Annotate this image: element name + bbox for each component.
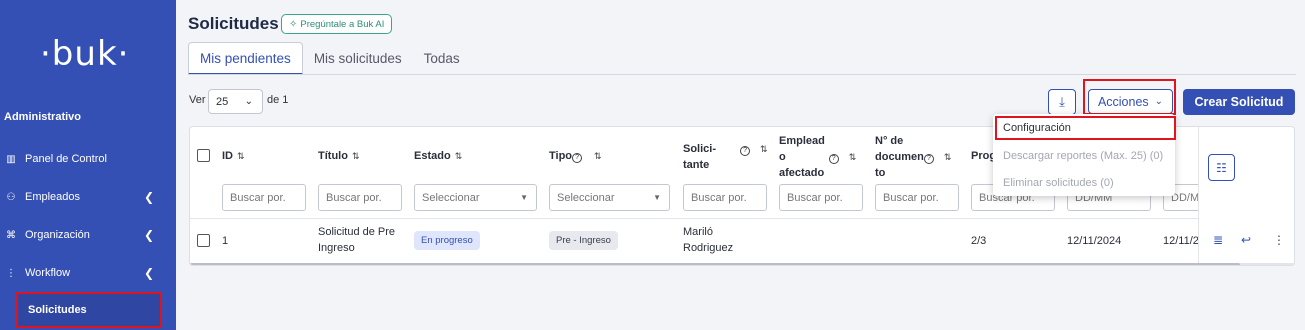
highlight-box-configuracion xyxy=(995,116,1176,140)
help-icon: ? xyxy=(828,154,839,164)
column-header-id[interactable]: ID ⇅ xyxy=(222,148,245,164)
sort-icon: ⇅ xyxy=(237,151,245,161)
dashboard-icon: ▥ xyxy=(6,153,16,165)
help-icon: ? xyxy=(572,153,583,163)
type-badge: Pre - Ingreso xyxy=(549,231,618,250)
filter-id-input[interactable]: Buscar por. xyxy=(222,184,306,211)
tab-todas[interactable]: Todas xyxy=(413,42,471,75)
crear-solicitud-button[interactable]: Crear Solicitud xyxy=(1183,89,1295,115)
chevron-down-icon: ⌄ xyxy=(244,96,253,107)
menu-item-eliminar-solicitudes: Eliminar solicitudes (0) xyxy=(1003,177,1114,189)
chevron-left-icon: ❮ xyxy=(143,266,154,280)
sidebar-section-title: Administrativo xyxy=(4,111,82,123)
org-icon: ⌘ xyxy=(6,229,16,241)
sidebar-item-label: Organización xyxy=(25,229,90,241)
buk-logo: ·buk· xyxy=(40,34,130,74)
undo-icon[interactable]: ↩ xyxy=(1241,233,1251,247)
sparkle-icon: ✧ xyxy=(289,18,298,30)
menu-item-descargar-reportes: Descargar reportes (Max. 25) (0) xyxy=(1003,150,1164,162)
page-size-label: Ver xyxy=(189,94,206,106)
column-header-estado[interactable]: Estado ⇅ xyxy=(414,148,462,164)
column-header-tipo[interactable]: Tipo? ⇅ xyxy=(549,148,602,164)
page-title: Solicitudes xyxy=(188,14,279,33)
page-size-select[interactable]: 25 ⌄ xyxy=(208,89,263,114)
download-icon: ⤓ xyxy=(1059,94,1065,109)
help-icon: ? xyxy=(740,146,751,156)
caret-down-icon: ▼ xyxy=(520,193,528,202)
sidebar-item-solicitudes[interactable]: Solicitudes xyxy=(16,292,162,328)
employees-icon: ⚇ xyxy=(6,191,16,203)
cell-titulo[interactable]: Solicitud de Pre Ingreso xyxy=(318,224,395,256)
ai-badge-label: Pregúntale a Buk AI xyxy=(300,18,385,30)
tabs: Mis pendientes Mis solicitudes Todas xyxy=(188,42,471,75)
sidebar-item-empleados[interactable]: ⚇ Empleados ❮ xyxy=(0,182,176,212)
cell-solicitante: Mariló Rodriguez xyxy=(683,226,734,254)
tab-mis-pendientes[interactable]: Mis pendientes xyxy=(188,42,303,75)
chevron-left-icon: ❮ xyxy=(143,190,154,204)
page-count-label: de 1 xyxy=(267,94,289,106)
tab-mis-solicitudes[interactable]: Mis solicitudes xyxy=(303,42,413,75)
more-vertical-icon[interactable]: ⋮ xyxy=(1273,233,1285,247)
cell-id: 1 xyxy=(222,235,229,247)
status-badge: En progreso xyxy=(414,231,480,250)
cell-fecha: 12/11/2024 xyxy=(1067,235,1122,247)
sidebar-item-label: Empleados xyxy=(25,191,81,203)
scrollbar-thumb[interactable] xyxy=(190,263,1240,265)
sidebar-item-panel-de-control[interactable]: ▥ Panel de Control xyxy=(0,144,176,174)
filter-solicitante-input[interactable]: Buscar por. xyxy=(683,184,767,211)
sidebar-item-label: Panel de Control xyxy=(25,153,107,165)
filter-titulo-input[interactable]: Buscar por. xyxy=(318,184,402,211)
caret-down-icon: ▼ xyxy=(653,193,661,202)
filter-tipo-select[interactable]: Seleccionar ▼ xyxy=(549,184,670,211)
sliders-icon: ☷ xyxy=(1216,160,1227,175)
column-header-empleado-afectado[interactable]: Emplead o? ⇅ afectado xyxy=(779,133,856,181)
tabs-divider xyxy=(188,74,1296,75)
row-checkbox[interactable] xyxy=(197,234,210,247)
help-icon: ? xyxy=(923,154,934,164)
download-button[interactable]: ⤓ xyxy=(1048,89,1076,115)
sort-icon: ⇅ xyxy=(454,151,463,161)
sort-icon: ⇅ xyxy=(594,151,602,161)
sort-icon: ⇅ xyxy=(943,152,952,162)
view-detail-icon[interactable]: ≣ xyxy=(1213,233,1223,247)
filter-estado-select[interactable]: Seleccionar ▼ xyxy=(414,184,537,211)
sort-icon: ⇅ xyxy=(760,144,768,154)
page-size-value: 25 xyxy=(216,95,229,108)
sidebar-item-workflow[interactable]: ⋮ Workflow ❮ xyxy=(0,258,176,288)
column-header-titulo[interactable]: Título ⇅ xyxy=(318,148,359,164)
filter-empleado-input[interactable]: Buscar por. xyxy=(779,184,863,211)
sort-icon: ⇅ xyxy=(351,151,360,161)
workflow-icon: ⋮ xyxy=(6,267,16,279)
sidebar-item-organizacion[interactable]: ⌘ Organización ❮ xyxy=(0,220,176,250)
sidebar-item-label: Workflow xyxy=(25,267,71,279)
ask-buk-ai-button[interactable]: ✧ Pregúntale a Buk AI xyxy=(281,14,393,34)
cell-fecha-2: 12/11/2 xyxy=(1163,235,1199,247)
chevron-left-icon: ❮ xyxy=(143,228,154,242)
actions-column: ☷ ≣ ↩ ⋮ xyxy=(1198,127,1294,263)
highlight-box-acciones xyxy=(1083,79,1176,115)
row-divider xyxy=(190,218,1294,219)
select-all-checkbox[interactable] xyxy=(197,149,210,162)
column-header-documento[interactable]: N° de documen? ⇅ to xyxy=(875,133,951,181)
sort-icon: ⇅ xyxy=(848,152,857,162)
cell-progreso: 2/3 xyxy=(971,235,987,247)
column-header-solicitante[interactable]: Solici-? ⇅ tante xyxy=(683,141,768,173)
column-settings-button[interactable]: ☷ xyxy=(1208,154,1235,181)
sidebar: ·buk· Administrativo ▥ Panel de Control … xyxy=(0,0,176,330)
filter-documento-input[interactable]: Buscar por. xyxy=(875,184,959,211)
